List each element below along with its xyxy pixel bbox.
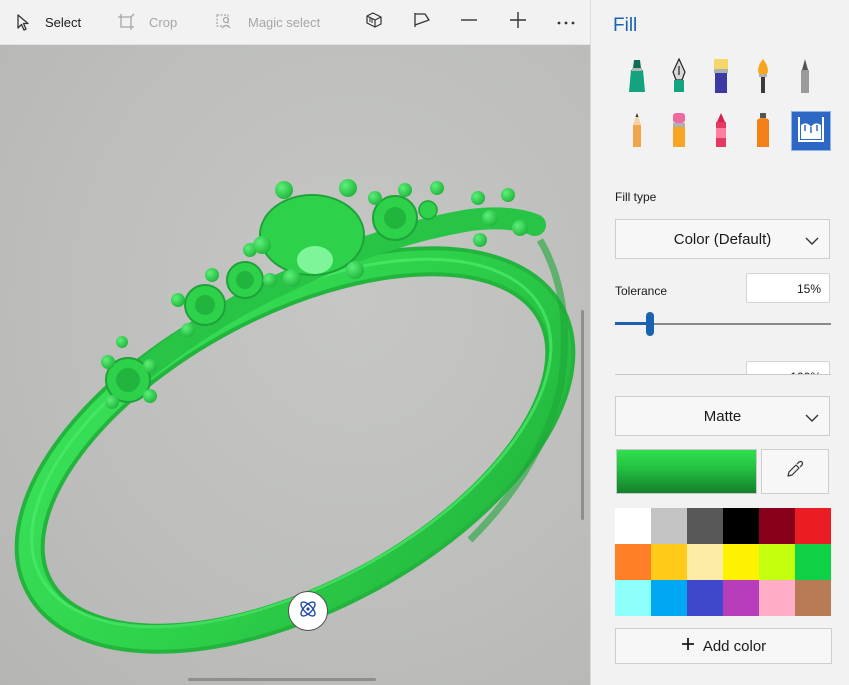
brush-crayon[interactable] (701, 112, 741, 152)
magic-select-label: Magic select (248, 14, 321, 30)
chevron-down-icon (805, 233, 819, 250)
rotate-3d-icon (297, 598, 319, 625)
toolbar: Select Crop Magic select (0, 0, 590, 45)
plus-icon (509, 11, 527, 34)
vertical-scrollbar[interactable] (581, 310, 584, 520)
horizontal-scrollbar[interactable] (188, 678, 376, 681)
oil-brush-icon (710, 58, 732, 99)
fill-type-label: Fill type (615, 190, 657, 204)
color-swatch[interactable] (759, 580, 795, 616)
color-palette (615, 508, 831, 616)
crayon-icon (710, 112, 732, 153)
crop-icon (117, 13, 135, 31)
color-swatch[interactable] (723, 508, 759, 544)
pencil-icon (794, 58, 816, 99)
color-swatch[interactable] (687, 580, 723, 616)
chevron-down-icon (805, 410, 819, 427)
fill-panel: Fill Fill type Color (Default) Tolerance… (590, 0, 849, 685)
color-swatch[interactable] (759, 508, 795, 544)
calligraphy-pen-icon (668, 57, 690, 99)
tolerance-slider-fill (615, 322, 650, 325)
brush-oil[interactable] (701, 58, 741, 98)
brush-crayon-pencil[interactable] (617, 112, 657, 152)
opacity-input[interactable]: 100% (746, 361, 830, 374)
crop-label: Crop (149, 14, 178, 30)
add-color-button[interactable]: Add color (615, 628, 832, 664)
material-value: Matte (703, 407, 742, 425)
more-icon (557, 13, 575, 31)
rotate-3d-button[interactable] (288, 591, 328, 631)
minus-icon (460, 12, 478, 33)
crop-tool[interactable]: Crop (117, 0, 177, 44)
view-3d-icon (365, 11, 383, 33)
add-color-label: Add color (702, 637, 767, 655)
brush-marker[interactable] (617, 58, 657, 98)
flag-button[interactable] (408, 8, 436, 36)
color-swatch[interactable] (687, 544, 723, 580)
spray-can-icon (752, 112, 774, 153)
eraser-icon (668, 112, 690, 153)
color-swatch[interactable] (651, 508, 687, 544)
eyedropper-icon (786, 460, 804, 483)
ring-3d-model[interactable] (0, 45, 590, 685)
marker-icon (626, 58, 648, 99)
brush-watercolor[interactable] (743, 58, 783, 98)
select-arrow-icon (15, 13, 31, 31)
crayon-pencil-icon (626, 112, 648, 153)
color-swatch[interactable] (723, 544, 759, 580)
color-swatch[interactable] (795, 580, 831, 616)
panel-title: Fill (613, 15, 638, 36)
canvas[interactable] (0, 45, 590, 685)
tolerance-label: Tolerance (615, 284, 668, 298)
color-swatch[interactable] (795, 544, 831, 580)
fill-bucket-icon (795, 113, 827, 150)
magic-select-icon (216, 14, 234, 30)
brush-pencil[interactable] (785, 58, 825, 98)
eyedropper-button[interactable] (761, 449, 829, 494)
color-swatch[interactable] (723, 580, 759, 616)
plus-icon (681, 637, 695, 655)
select-tool[interactable]: Select (15, 0, 81, 44)
select-label: Select (45, 14, 82, 30)
color-swatch[interactable] (795, 508, 831, 544)
more-button[interactable] (552, 8, 580, 36)
material-dropdown[interactable]: Matte (615, 396, 830, 436)
fill-type-dropdown[interactable]: Color (Default) (615, 219, 830, 259)
color-swatch[interactable] (651, 544, 687, 580)
brush-eraser[interactable] (659, 112, 699, 152)
zoom-out-button[interactable] (455, 8, 483, 36)
tolerance-input[interactable]: 15% (746, 273, 830, 303)
brush-fill-bucket[interactable] (791, 111, 831, 151)
brush-calligraphy-pen[interactable] (659, 57, 699, 99)
color-swatch[interactable] (687, 508, 723, 544)
fill-type-value: Color (Default) (673, 230, 772, 248)
magic-select-tool[interactable]: Magic select (216, 0, 320, 44)
opacity-row: 100% (615, 361, 831, 375)
color-swatch[interactable] (759, 544, 795, 580)
color-swatch[interactable] (615, 580, 651, 616)
color-swatch[interactable] (615, 508, 651, 544)
zoom-in-button[interactable] (504, 8, 532, 36)
color-swatch[interactable] (651, 580, 687, 616)
view-3d-button[interactable] (360, 8, 388, 36)
current-color-swatch[interactable] (616, 449, 757, 494)
watercolor-icon (752, 58, 774, 99)
color-swatch[interactable] (615, 544, 651, 580)
flag-icon (413, 12, 431, 33)
tolerance-slider-thumb[interactable] (645, 312, 654, 336)
brush-spray-can[interactable] (743, 112, 783, 152)
